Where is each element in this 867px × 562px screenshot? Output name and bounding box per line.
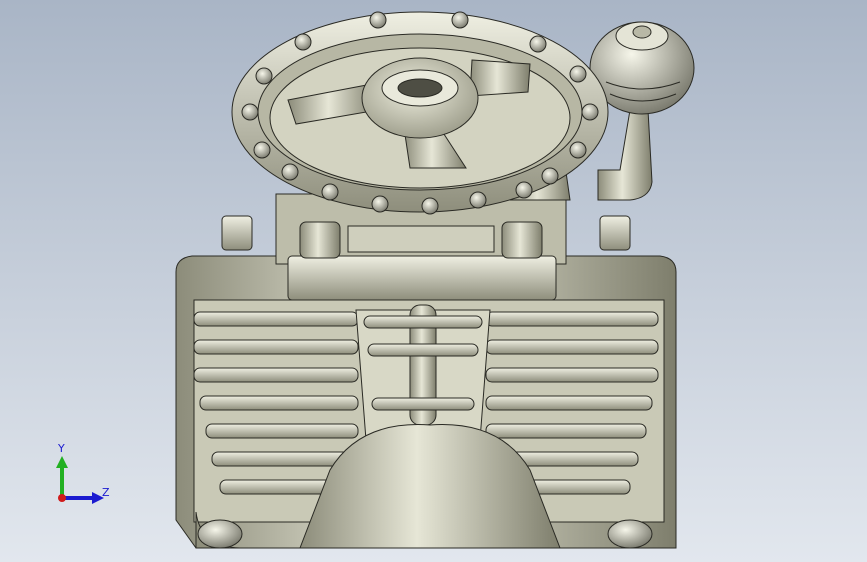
y-axis-label: Y — [58, 442, 65, 455]
3d-viewport[interactable]: Y Z — [0, 0, 867, 562]
model-engine-with-steering-wheel[interactable] — [0, 0, 867, 562]
x-axis-dot — [58, 494, 66, 502]
y-axis-arrow — [56, 456, 68, 468]
z-axis-label: Z — [102, 486, 110, 499]
view-orientation-triad-icon — [56, 456, 104, 504]
steering-wheel[interactable] — [231, 11, 609, 215]
